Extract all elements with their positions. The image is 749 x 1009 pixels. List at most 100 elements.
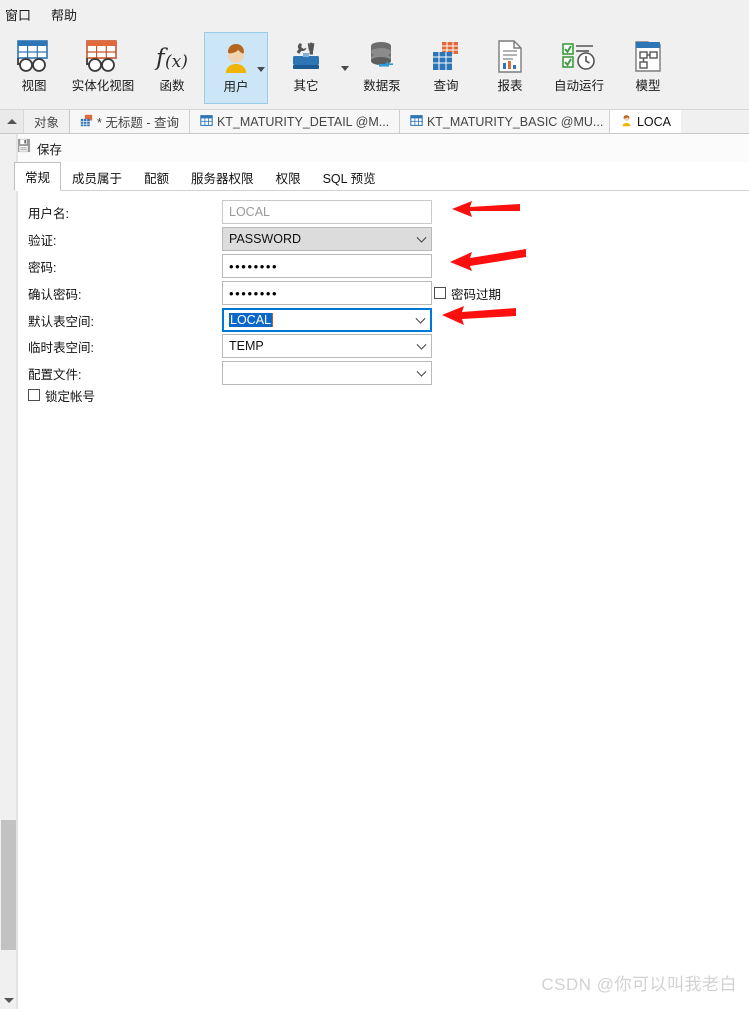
authentication-select[interactable]: PASSWORD [222,227,432,251]
ribbon-button-automation[interactable]: 自动运行 [542,32,616,104]
label-temp-tablespace: 临时表空间: [28,340,94,355]
ribbon-button-view[interactable]: 视图 [2,32,66,104]
ribbon-button-other[interactable]: 其它 [274,32,349,104]
lock-account-checkbox-row[interactable]: 锁定帐号 [28,385,95,405]
general-form-panel: 用户名: 验证: 密码: 确认密码: 默认表空间: 临时表空间: 配置文件: L… [0,191,749,1009]
ribbon-button-model[interactable]: 模型 [616,32,680,104]
text-cursor [272,313,273,327]
tools-icon [287,35,325,79]
svg-text:(x): (x) [165,52,188,72]
csdn-watermark: CSDN @你可以叫我老白 [541,975,737,994]
tab-sql-preview[interactable]: SQL 预览 [312,163,387,191]
chevron-down-icon [416,366,427,377]
label-default-tablespace-row: 默认表空间: [28,308,94,332]
authentication-value: PASSWORD [229,232,301,246]
label-authentication-row: 验证: [28,227,56,251]
ribbon-label-user: 用户 [223,80,249,94]
ribbon-label-materialized-view: 实体化视图 [71,79,135,93]
tab-privileges[interactable]: 权限 [265,163,312,191]
document-tab-label: LOCA [636,114,672,129]
ribbon-button-query[interactable]: 查询 [414,32,478,104]
profile-select[interactable] [222,361,432,385]
confirm-password-input[interactable]: •••••••• [222,281,432,305]
temp-tablespace-select[interactable]: TEMP [222,334,432,358]
ribbon-button-data-pump[interactable]: 数据泵 [350,32,414,104]
save-button-label[interactable]: 保存 [37,139,62,158]
username-value: LOCAL [229,205,270,219]
model-icon [631,35,665,79]
document-tab-label: * 无标题 - 查询 [97,116,179,130]
default-tablespace-value: LOCAL [229,313,272,327]
tab-server-privileges-label: 服务器权限 [191,172,254,186]
confirm-password-value: •••••••• [229,285,279,301]
label-confirm-password: 确认密码: [28,287,82,302]
ribbon-button-user[interactable]: 用户 [204,32,268,104]
scrollbar-thumb[interactable] [1,820,16,950]
label-confirm-password-row: 确认密码: [28,281,81,305]
tab-general[interactable]: 常规 [14,162,62,191]
default-tablespace-select[interactable]: LOCAL [222,308,432,332]
password-value: •••••••• [229,258,279,274]
password-input[interactable]: •••••••• [222,254,432,278]
password-expire-checkbox[interactable] [434,287,446,299]
chevron-down-icon [416,232,427,243]
annotation-arrow-username [450,196,522,227]
tab-quota-label: 配额 [144,172,170,186]
label-password-row: 密码: [28,254,56,278]
ribbon-toolbar: 视图 实体化视图 f (x) 函数 用户 其它 数据泵 查询 报表 自动运行 模… [0,28,749,110]
document-tab-strip: 对象 * 无标题 - 查询 KT_MATURITY_DETAIL @M... K… [0,110,749,134]
tab-member-of[interactable]: 成员属于 [61,163,133,191]
editor-toolbar: 保存 [0,134,749,162]
ribbon-label-automation: 自动运行 [553,79,604,93]
chevron-down-icon [416,339,427,350]
annotation-arrow-password [448,246,528,279]
chevron-down-icon[interactable] [341,66,349,71]
ribbon-label-model: 模型 [635,79,661,93]
document-tab-label: KT_MATURITY_DETAIL @M... [216,114,390,129]
property-tab-bar: 常规 成员属于 配额 服务器权限 权限 SQL 预览 [14,162,749,191]
save-floppy-icon[interactable] [16,138,31,158]
label-password: 密码: [28,260,57,275]
menu-item-window[interactable]: 窗口 [0,2,40,27]
view-grid-icon [15,35,53,79]
tab-sql-preview-label: SQL 预览 [322,172,376,186]
ribbon-label-other: 其它 [293,79,319,93]
panel-splitter[interactable] [17,134,18,1009]
ribbon-label-view: 视图 [21,79,47,93]
tab-member-of-label: 成员属于 [72,172,123,186]
application-window: 窗口 帮助 视图 实体化视图 f (x) 函数 用户 其它 数据泵 查询 报表 … [0,0,749,1009]
ribbon-label-query: 查询 [433,79,459,93]
scrollbar-down-button[interactable] [0,992,17,1009]
ribbon-label-data-pump: 数据泵 [363,79,401,93]
left-vertical-scrollbar[interactable] [0,134,17,1009]
tabstrip-scroll-up-button[interactable] [0,110,24,133]
ribbon-button-function[interactable]: f (x) 函数 [140,32,204,104]
tab-quota[interactable]: 配额 [133,163,180,191]
chevron-down-icon [3,998,14,1003]
label-profile-row: 配置文件: [28,361,81,385]
table-tab-icon [200,114,213,130]
document-tab-kt-maturity-detail[interactable]: KT_MATURITY_DETAIL @M... [189,110,400,133]
ribbon-label-function: 函数 [159,79,185,93]
label-temp-tablespace-row: 临时表空间: [28,334,94,358]
lock-account-checkbox[interactable] [28,389,40,401]
temp-tablespace-value: TEMP [229,339,264,353]
username-input[interactable]: LOCAL [222,200,432,224]
label-profile: 配置文件: [28,367,82,382]
menu-item-help[interactable]: 帮助 [42,2,86,27]
annotation-arrow-default-tablespace [440,301,518,332]
label-username: 用户名: [28,206,69,221]
label-authentication: 验证: [28,233,57,248]
data-pump-icon [363,35,401,79]
tab-general-label: 常规 [25,171,51,185]
document-tab-kt-maturity-basic[interactable]: KT_MATURITY_BASIC @MU... [399,110,610,133]
ribbon-button-materialized-view[interactable]: 实体化视图 [66,32,140,104]
tab-privileges-label: 权限 [275,172,301,186]
document-tab-untitled-query[interactable]: * 无标题 - 查询 [70,110,190,133]
document-tab-local-user[interactable]: LOCA [609,110,682,133]
chevron-down-icon[interactable] [257,67,265,72]
query-tab-icon [80,114,93,130]
tab-server-privileges[interactable]: 服务器权限 [180,163,265,191]
document-tab-objects[interactable]: 对象 [24,110,71,133]
ribbon-button-report[interactable]: 报表 [478,32,542,104]
